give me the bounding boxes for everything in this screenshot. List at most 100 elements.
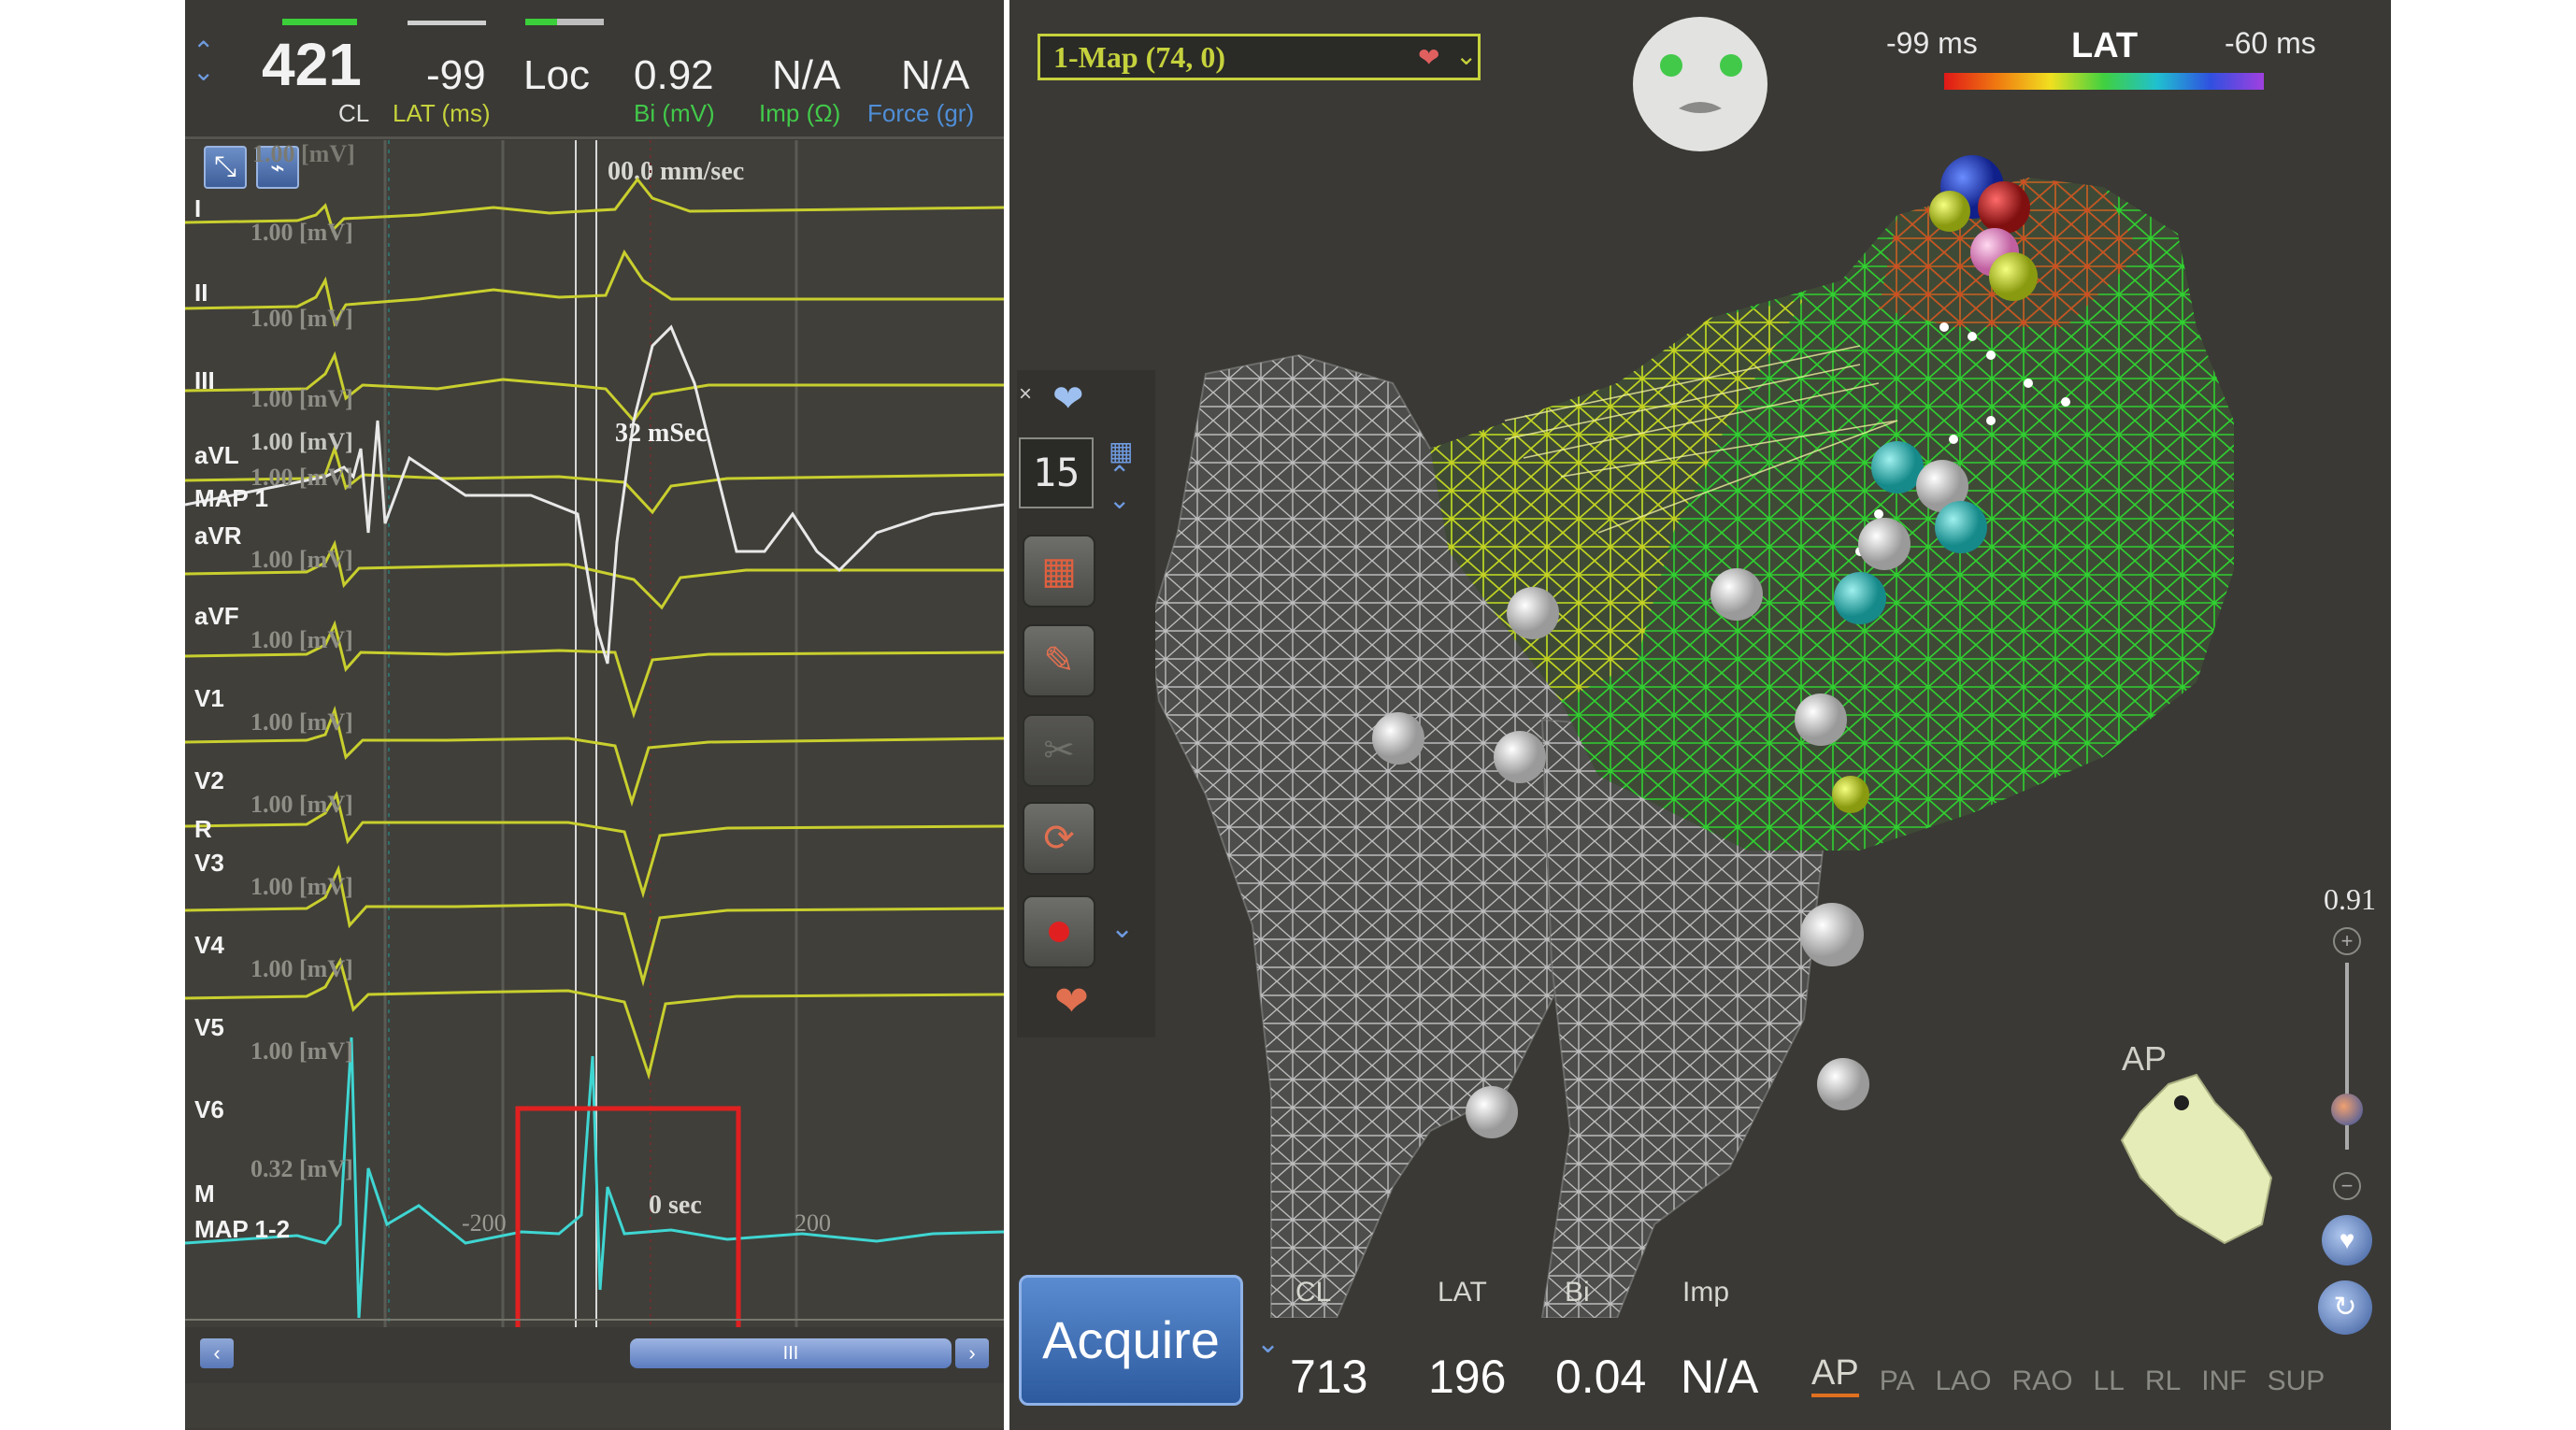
stat-imp-label: Imp bbox=[1682, 1277, 1730, 1308]
cl-value: 421 bbox=[262, 31, 362, 98]
chevron-down-icon: ⌄ bbox=[1455, 41, 1478, 70]
lead-label-avf: aVF bbox=[194, 602, 239, 630]
lead-gain-avr: 1.00 [mV] bbox=[250, 546, 353, 573]
rotate-heart-icon[interactable]: ⟳ bbox=[1023, 802, 1095, 875]
lead-gain-avf: 1.00 [mV] bbox=[250, 626, 353, 653]
catheter-tool-icon[interactable]: ✎ bbox=[1023, 624, 1095, 697]
lead-gain-m: 0.32 [mV] bbox=[250, 1155, 353, 1182]
cl-status-bar bbox=[282, 19, 357, 25]
stat-cl-label: CL bbox=[1295, 1277, 1332, 1308]
signals-panel: ⌃ ⌄ 421 CL -99 LAT (ms) Loc 0.92 Bi (mV) … bbox=[185, 0, 1004, 1430]
lat-color-bar bbox=[1944, 73, 2264, 90]
view-pa-button[interactable]: PA bbox=[1880, 1366, 1915, 1397]
lead-label-v2: V2 bbox=[194, 766, 224, 794]
stat-cl-value: 713 bbox=[1290, 1351, 1368, 1403]
scroll-left-button[interactable]: ‹ bbox=[200, 1338, 234, 1368]
close-icon[interactable]: × bbox=[1019, 381, 1032, 408]
sort-arrows-icon[interactable]: ⌃ ⌄ bbox=[193, 38, 214, 85]
status-footer bbox=[185, 1383, 1004, 1428]
map-title: 1-Map (74, 0) bbox=[1053, 40, 1225, 74]
heart-settings-icon[interactable]: ❤ bbox=[1054, 978, 1089, 1025]
grid-map-icon[interactable]: ▦ bbox=[1023, 535, 1095, 608]
header-divider bbox=[185, 136, 1004, 139]
lead-label-m: M bbox=[194, 1180, 215, 1208]
zoom-in-icon[interactable]: + bbox=[2333, 927, 2361, 955]
record-options-chevron-icon[interactable]: ⌄ bbox=[1110, 912, 1134, 945]
loc-value: Loc bbox=[523, 52, 590, 98]
lead-gain-map1: 1.00 [mV] bbox=[250, 464, 353, 491]
lat-status-bar bbox=[408, 21, 486, 25]
lat-scale-title: LAT bbox=[2071, 26, 2139, 65]
lead-label-v3: V3 bbox=[194, 849, 224, 877]
stat-lat-value: 196 bbox=[1428, 1351, 1507, 1403]
scissors-icon[interactable]: ✂ bbox=[1023, 714, 1095, 787]
heart-filter-icon[interactable]: ❤ bbox=[1052, 378, 1084, 421]
force-label: Force (gr) bbox=[867, 99, 975, 127]
axis-right-tick: 200 bbox=[794, 1209, 831, 1237]
lead-label-avr: aVR bbox=[194, 522, 242, 550]
point-count-stepper[interactable]: ▦ ⌃ ⌄ bbox=[1109, 438, 1133, 513]
stat-lat-label: LAT bbox=[1438, 1277, 1487, 1308]
view-sup-button[interactable]: SUP bbox=[2268, 1366, 2326, 1397]
imp-label: Imp (Ω) bbox=[759, 99, 841, 127]
lead-label-ii: II bbox=[194, 279, 208, 307]
record-icon[interactable] bbox=[1023, 895, 1095, 968]
lead-gain-ii: 1.00 [mV] bbox=[250, 305, 353, 332]
interval-annotation: 32 mSec bbox=[615, 419, 708, 448]
map-type-icon: ❤ bbox=[1418, 43, 1440, 72]
stat-bi-label: Bi bbox=[1565, 1277, 1590, 1308]
view-buttons: AP PA LAO RAO LL RL INF SUP bbox=[1811, 1353, 2325, 1397]
bi-value: 0.92 bbox=[634, 52, 714, 98]
lead-gain-v3: 1.00 [mV] bbox=[250, 873, 353, 900]
zoom-slider-handle[interactable] bbox=[2331, 1094, 2363, 1125]
force-value: N/A bbox=[901, 52, 970, 98]
bi-label: Bi (mV) bbox=[634, 99, 715, 127]
map-panel: 1-Map (74, 0) ❤ ⌄ -99 ms LAT -60 ms × ❤ … bbox=[1009, 0, 2391, 1430]
heart-view-icon[interactable]: ♥ bbox=[2322, 1215, 2372, 1266]
acquire-button[interactable]: Acquire bbox=[1019, 1275, 1243, 1406]
zoom-value: 0.91 bbox=[2324, 882, 2376, 916]
scroll-right-button[interactable]: › bbox=[955, 1338, 989, 1368]
anatomical-map-3d[interactable] bbox=[1150, 140, 2253, 1318]
view-inf-button[interactable]: INF bbox=[2201, 1366, 2246, 1397]
lead-label-v1: V1 bbox=[194, 684, 224, 712]
patient-face-icon bbox=[1633, 17, 1767, 151]
view-rl-button[interactable]: RL bbox=[2145, 1366, 2181, 1397]
point-count[interactable]: 15 bbox=[1019, 437, 1094, 508]
lead-label-i: I bbox=[194, 194, 202, 222]
lat-label: LAT (ms) bbox=[393, 99, 491, 127]
view-ap-button[interactable]: AP bbox=[1811, 1353, 1859, 1397]
lat-scale-min: -99 ms bbox=[1886, 26, 1978, 60]
axis-left-tick: -200 bbox=[462, 1209, 507, 1237]
lead-label-v5: V5 bbox=[194, 1013, 224, 1041]
zoom-out-icon[interactable]: − bbox=[2333, 1172, 2361, 1200]
scrollbar-thumb[interactable]: III bbox=[630, 1338, 952, 1368]
imp-value: N/A bbox=[772, 52, 841, 98]
lat-scale-max: -60 ms bbox=[2225, 26, 2316, 60]
loc-status-bar bbox=[525, 19, 604, 25]
cl-label: CL bbox=[338, 99, 370, 127]
view-rao-button[interactable]: RAO bbox=[2012, 1366, 2073, 1397]
lead-label-iii: III bbox=[194, 366, 215, 394]
lead-gain-v1: 1.00 [mV] bbox=[250, 708, 353, 736]
view-ll-button[interactable]: LL bbox=[2094, 1366, 2125, 1397]
view-lao-button[interactable]: LAO bbox=[1936, 1366, 1992, 1397]
lead-gain-v5: 1.00 [mV] bbox=[250, 1037, 353, 1065]
stat-imp-value: N/A bbox=[1681, 1351, 1759, 1403]
lead-label-avl: aVL bbox=[194, 441, 239, 469]
lead-gain-v4: 1.00 [mV] bbox=[250, 955, 353, 982]
lead-label-v4: V4 bbox=[194, 931, 224, 959]
lead-gain-v2: 1.00 [mV] bbox=[250, 791, 353, 818]
lat-value: -99 bbox=[426, 52, 486, 98]
lead-label-r: R bbox=[194, 815, 212, 843]
lead-gain-avl: 1.00 [mV] bbox=[250, 428, 353, 455]
lead-gain-iii: 1.00 [mV] bbox=[250, 385, 353, 412]
rotate-view-icon[interactable]: ↻ bbox=[2318, 1280, 2372, 1335]
stat-bi-value: 0.04 bbox=[1555, 1351, 1647, 1403]
lead-label-v6: V6 bbox=[194, 1095, 224, 1123]
acquire-options-chevron-icon[interactable]: ⌄ bbox=[1256, 1327, 1280, 1360]
map-selector[interactable]: 1-Map (74, 0) ❤ ⌄ bbox=[1038, 34, 1481, 80]
orientation-heart-icon bbox=[2120, 1073, 2273, 1245]
time-marker: 0 sec bbox=[649, 1191, 702, 1220]
lead-label-map12: MAP 1-2 bbox=[194, 1215, 291, 1243]
